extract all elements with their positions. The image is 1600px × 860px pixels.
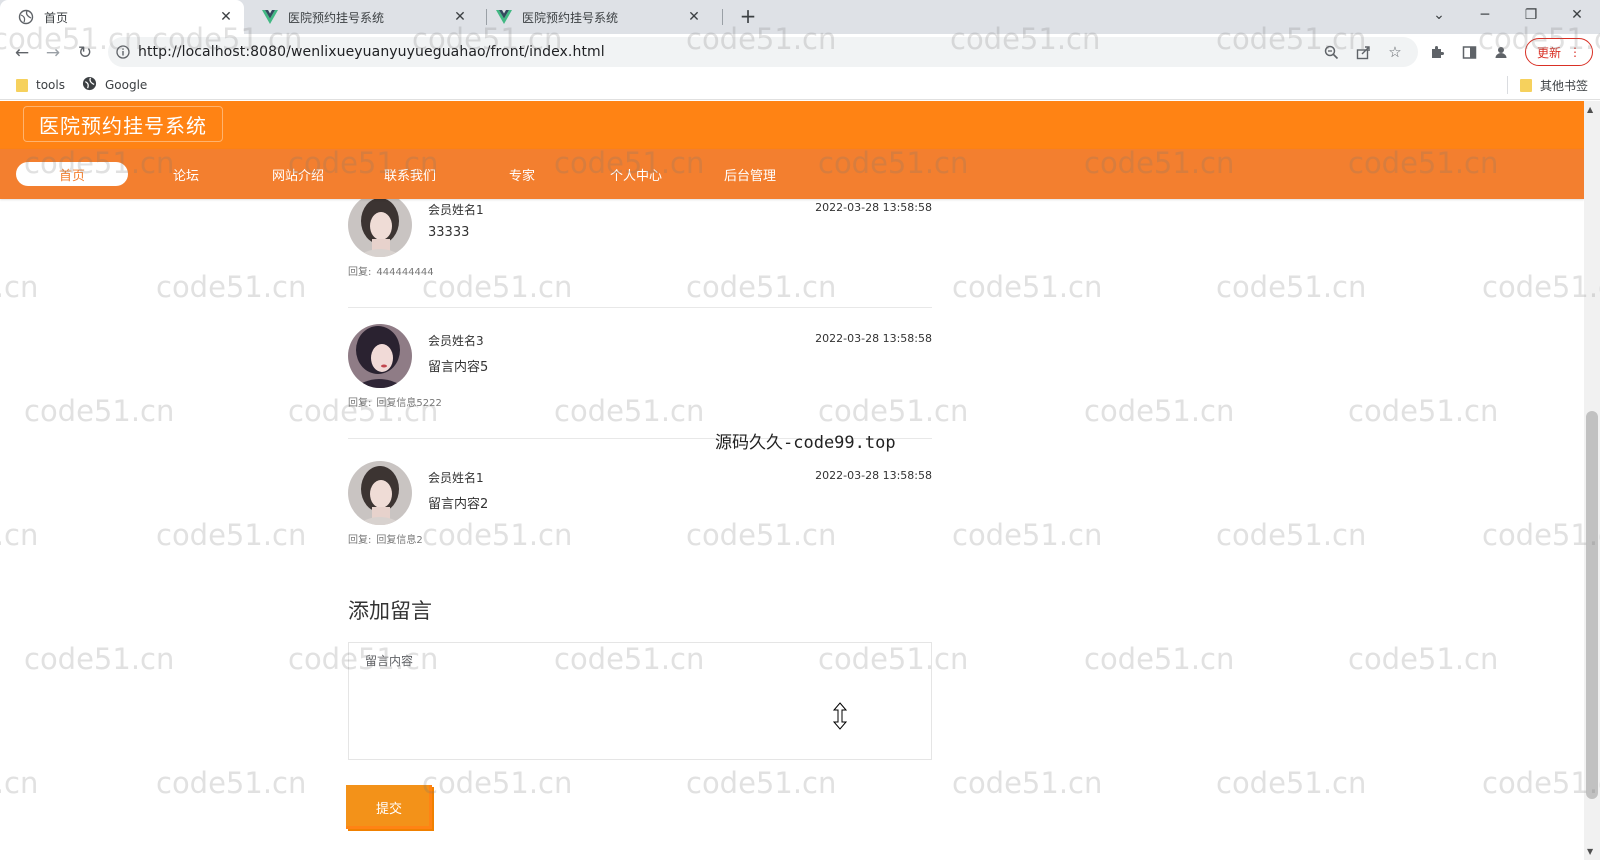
info-icon[interactable] (108, 45, 138, 59)
browser-tab-2[interactable]: 医院预约挂号系统 ✕ (244, 0, 478, 34)
bookmark-separator (1507, 76, 1508, 94)
tab-title: 医院预约挂号系统 (288, 10, 385, 25)
page-scrollbar[interactable]: ▲ ▼ (1584, 101, 1600, 860)
site-header: 医院预约挂号系统 (0, 101, 1584, 149)
forward-arrow-icon[interactable]: → (40, 40, 66, 66)
nav-experts[interactable]: 专家 (490, 162, 554, 186)
other-bookmarks-label: 其他书签 (1540, 78, 1589, 93)
browser-tab-home[interactable]: 首页 ✕ (0, 0, 244, 34)
nav-personal-center[interactable]: 个人中心 (596, 162, 676, 186)
message-textarea[interactable] (348, 642, 932, 760)
member-name: 会员姓名3 (428, 334, 484, 348)
reply-label: 回复: (348, 535, 372, 546)
tab-search-chevron-icon[interactable]: ⌄ (1416, 0, 1462, 30)
resize-cursor-icon (832, 702, 848, 730)
message-reply: 回复: 444444444 (348, 263, 439, 278)
scroll-up-arrow-icon[interactable]: ▲ (1587, 105, 1593, 114)
scroll-down-arrow-icon[interactable]: ▼ (1587, 847, 1593, 856)
folder-icon (16, 78, 28, 92)
window-close-icon[interactable]: ✕ (1554, 0, 1600, 30)
extensions-puzzle-icon[interactable] (1426, 41, 1448, 63)
browser-tab-strip: 首页 ✕ 医院预约挂号系统 ✕ 医院预约挂号系统 ✕ + ⌄ ─ ❐ ✕ (0, 0, 1600, 34)
reply-text: 444444444 (376, 267, 434, 278)
scroll-thumb[interactable] (1586, 411, 1598, 799)
profile-avatar-icon[interactable] (1490, 41, 1512, 63)
message-content: 留言内容5 (428, 360, 489, 375)
message-content: 留言内容2 (428, 497, 489, 512)
bookmarks-bar: tools Google 其他书签 (0, 70, 1600, 100)
minimize-icon[interactable]: ─ (1462, 0, 1508, 30)
submit-button[interactable]: 提交 (346, 785, 432, 829)
message-reply: 回复: 回复信息5222 (348, 394, 447, 409)
message-content: 33333 (428, 225, 470, 240)
side-panel-icon[interactable] (1458, 41, 1480, 63)
restore-icon[interactable]: ❐ (1508, 0, 1554, 30)
message-time: 2022-03-28 13:58:58 (815, 469, 932, 482)
nav-about-site[interactable]: 网站介绍 (258, 162, 338, 186)
nav-home[interactable]: 首页 (16, 162, 128, 186)
new-tab-button[interactable]: + (736, 5, 760, 29)
member-name: 会员姓名1 (428, 471, 484, 485)
globe-icon (82, 76, 97, 94)
source-watermark: 源码久久-code99.top (715, 433, 896, 453)
vue-icon (496, 9, 512, 25)
bookmark-label: Google (105, 78, 148, 92)
folder-icon (1520, 78, 1532, 92)
other-bookmarks[interactable]: 其他书签 (1520, 75, 1588, 95)
close-icon[interactable]: ✕ (452, 9, 468, 25)
share-icon[interactable] (1352, 41, 1374, 63)
page-viewport: 医院预约挂号系统 首页 论坛 网站介绍 联系我们 专家 个人中心 后台管理 会员… (0, 101, 1584, 860)
star-bookmark-icon[interactable]: ☆ (1384, 41, 1406, 63)
avatar (348, 461, 412, 525)
browser-tab-3[interactable]: 医院预约挂号系统 ✕ (478, 0, 712, 34)
globe-icon (18, 9, 34, 25)
nav-forum[interactable]: 论坛 (150, 162, 222, 186)
bookmark-google[interactable]: Google (82, 75, 147, 95)
site-nav: 首页 论坛 网站介绍 联系我们 专家 个人中心 后台管理 (0, 149, 1584, 199)
bookmark-tools[interactable]: tools (16, 75, 65, 95)
reload-icon[interactable]: ↻ (72, 40, 98, 66)
reply-text: 回复信息2 (376, 535, 423, 546)
reply-label: 回复: (348, 398, 372, 409)
address-bar[interactable]: http://localhost:8080/wenlixueyuanyuyueg… (108, 37, 1418, 67)
member-name: 会员姓名1 (428, 203, 484, 217)
update-button[interactable]: 更新 ⋮ (1525, 38, 1593, 66)
bookmark-label: tools (36, 78, 65, 92)
add-message-title: 添加留言 (348, 599, 432, 623)
update-label: 更新 (1536, 45, 1561, 60)
tab-title: 医院预约挂号系统 (522, 10, 619, 25)
message-time: 2022-03-28 13:58:58 (815, 332, 932, 345)
message-divider (348, 307, 932, 308)
reply-text: 回复信息5222 (376, 398, 442, 409)
message-time: 2022-03-28 13:58:58 (815, 201, 932, 214)
reply-label: 回复: (348, 267, 372, 278)
close-icon[interactable]: ✕ (686, 9, 702, 25)
nav-admin[interactable]: 后台管理 (710, 162, 790, 186)
close-icon[interactable]: ✕ (218, 9, 234, 25)
back-arrow-icon[interactable]: ← (9, 40, 35, 66)
avatar (348, 324, 412, 388)
site-logo[interactable]: 医院预约挂号系统 (23, 106, 223, 142)
address-url: http://localhost:8080/wenlixueyuanyuyueg… (138, 44, 605, 60)
tab-separator (722, 9, 723, 25)
tab-title: 首页 (44, 10, 69, 25)
kebab-menu-icon: ⋮ (1569, 45, 1581, 59)
zoom-icon[interactable] (1320, 41, 1342, 63)
nav-contact-us[interactable]: 联系我们 (370, 162, 450, 186)
message-reply: 回复: 回复信息2 (348, 531, 428, 546)
browser-toolbar: ← → ↻ http://localhost:8080/wenlixueyuan… (0, 34, 1600, 70)
avatar (348, 193, 412, 257)
vue-icon (262, 9, 278, 25)
